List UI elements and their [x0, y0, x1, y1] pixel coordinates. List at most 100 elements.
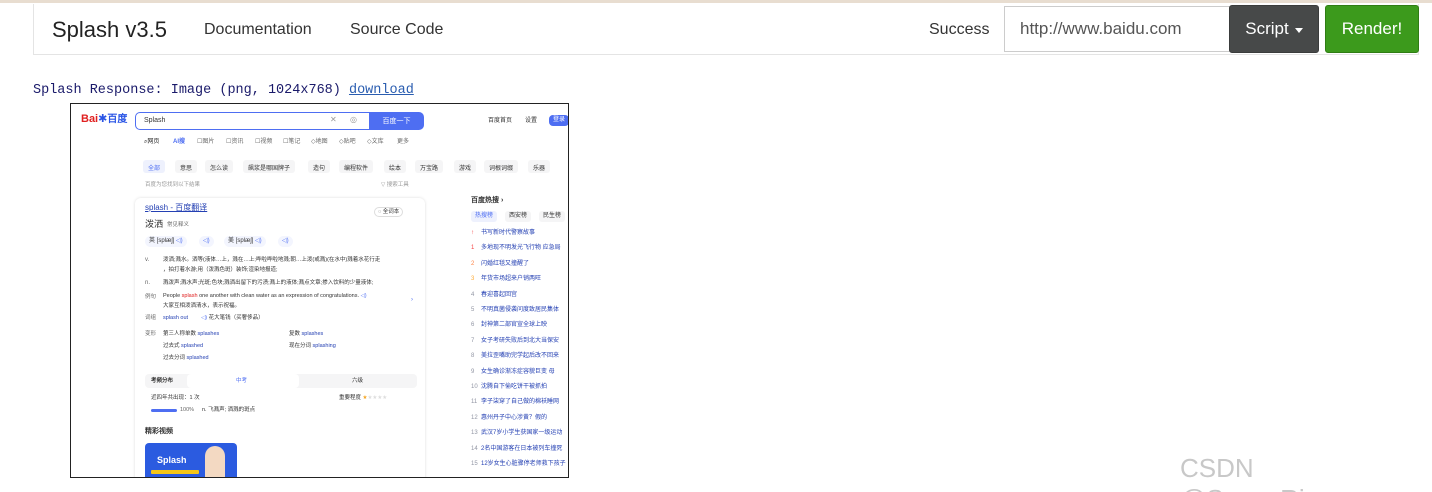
filter-brand[interactable]: 飙浆是哪国牌子 — [243, 160, 296, 173]
hot-item-link[interactable]: 惠州丹子中心涉黄？假的 — [481, 415, 547, 422]
form-third-person: 第三人称单数 splashes — [163, 331, 220, 337]
filter-picturebook[interactable]: 绘本 — [384, 160, 407, 173]
hot-item-link[interactable]: 李子柒穿了自己做的棉袄睡网 — [481, 399, 559, 406]
exam-pct: 100% — [180, 407, 195, 413]
nav-source-code-link[interactable]: Source Code — [350, 21, 443, 39]
tab-notes[interactable]: ☐笔记 — [283, 139, 300, 146]
baidu-settings-link[interactable]: 设置 — [525, 118, 537, 125]
filter-game[interactable]: 游戏 — [454, 160, 477, 173]
watermark: CSDN @SunnyRivers — [1180, 453, 1354, 492]
status-text: Success — [929, 21, 990, 38]
def-n: 溅泼声;溅水声;光斑;色块;溅洒出留下的污渍;溅上的液体;溅点文章;掺入饮料的少… — [163, 280, 374, 286]
hot-item-link[interactable]: 闪婚红毯又撞醒了 — [481, 261, 529, 268]
hot-item-link[interactable]: 12岁女生心脏骤停老师救下孩子 — [481, 461, 566, 468]
exam-tab-zhongkao[interactable]: 中考 — [236, 378, 247, 384]
script-dropdown-button[interactable]: Script — [1229, 5, 1319, 53]
tab-images[interactable]: ☐图片 — [197, 139, 214, 146]
url-input[interactable] — [1004, 6, 1230, 52]
exam-def: n. 飞溅声; 洒溅的斑点 — [202, 407, 256, 413]
filter-instrument[interactable]: 乐器 — [528, 160, 551, 173]
result-count: 百度为您找到以下结果 — [145, 182, 201, 188]
nav-documentation-link[interactable]: Documentation — [204, 21, 312, 39]
hot-item-link[interactable]: 不明真菌侵袭问度致居民集体 — [481, 307, 559, 314]
render-button[interactable]: Render! — [1325, 5, 1419, 53]
hot-item-link[interactable]: 2名中国游客在日本被列车撞死 — [481, 446, 562, 453]
clear-icon[interactable]: ✕ — [330, 115, 337, 125]
hot-item-link[interactable]: 女生确诊渐冻症容貌巨变 母 — [481, 369, 555, 376]
top-border — [0, 0, 1432, 3]
video-person — [205, 446, 225, 477]
hot-item-rank: 10 — [471, 384, 478, 390]
baidu-search-button[interactable]: 百度一下 — [369, 112, 424, 130]
importance: 重要程度 ★★★★★ — [339, 395, 388, 401]
hot-item-rank: 12 — [471, 414, 478, 421]
form-past: 过去式 splashed — [163, 343, 204, 349]
filter-roots[interactable]: 词根词缀 — [484, 160, 519, 173]
hot-item-link[interactable]: 沈腾自下偷吃饼干被抓拍 — [481, 384, 547, 391]
filter-all[interactable]: 全部 — [143, 160, 166, 173]
phonetic-us[interactable]: 美 [splæʃ] ◁) — [224, 236, 266, 247]
speaker-icon[interactable]: ◁) — [199, 236, 214, 247]
filter-meaning[interactable]: 意思 — [175, 160, 198, 173]
hot-title[interactable]: 百度热搜 › — [471, 197, 503, 205]
baidu-login-button[interactable]: 登录 — [549, 115, 568, 126]
tab-video[interactable]: ☐视频 — [255, 139, 272, 146]
hot-item-link[interactable]: 封神第二部官宣全球上映 — [481, 322, 547, 329]
camera-icon[interactable]: ◎ — [350, 115, 357, 125]
def-v-cont: ，拍打着水游;用（泼溅色斑）装饰;渲染地报道; — [163, 267, 278, 273]
tab-wenku[interactable]: ◇文库 — [367, 139, 384, 146]
paw-icon: ✱ — [98, 113, 108, 125]
hot-item-link[interactable]: 春迎喜起回宫 — [481, 292, 517, 299]
hot-item-link[interactable]: 多地现不明发光飞行物 应急局 — [481, 245, 561, 252]
hot-item-rank: 3 — [471, 276, 475, 283]
hot-tab-xian[interactable]: 西安榜 — [505, 211, 532, 222]
headword: 泼洒 — [145, 219, 164, 229]
hot-tab-livelihood[interactable]: 民生榜 — [539, 211, 566, 222]
exam-tab-freq[interactable]: 考频分布 — [151, 378, 173, 384]
tab-tieba[interactable]: ◇贴吧 — [339, 139, 356, 146]
baidu-home-link[interactable]: 百度首页 — [488, 118, 512, 125]
hot-item-link[interactable]: 女子考研失败后到北大当保安 — [481, 338, 559, 345]
hot-item-link[interactable]: 年货市场超来户销两旺 — [481, 276, 541, 283]
video-heading: 精彩视频 — [145, 428, 173, 435]
speaker-icon-us[interactable]: ◁) — [278, 236, 293, 247]
tab-web[interactable]: ⌕网页 — [144, 139, 159, 146]
tab-map[interactable]: ◇地图 — [311, 139, 328, 146]
form-past-participle: 过去分词 splashed — [163, 355, 209, 361]
exam-progress-bar — [151, 409, 177, 412]
phrase-link[interactable]: splash out — [163, 315, 188, 321]
result-title-link[interactable]: splash - 百度翻译 — [145, 203, 207, 213]
hot-item-link[interactable]: 书写新时代警察故事 — [481, 230, 535, 237]
phrase-zh: ◁) 花大笔钱（买奢侈品） — [201, 315, 264, 321]
brand-title[interactable]: Splash v3.5 — [52, 17, 167, 43]
baidu-query: Splash — [144, 117, 166, 124]
filter-pronounce[interactable]: 怎么读 — [205, 160, 234, 173]
search-tools[interactable]: ▽ 搜索工具 — [381, 182, 409, 188]
hot-item-link[interactable]: 武汉7岁小学生获国家一级运动 — [481, 430, 562, 437]
exam-tab-cet6[interactable]: 六级 — [352, 378, 363, 384]
hot-item-rank: 2 — [471, 260, 475, 267]
caret-down-icon — [1294, 27, 1303, 33]
hot-item-link[interactable]: 美拉歪嘴助完学起后改不回来 — [481, 353, 559, 360]
video-caption-bar — [151, 470, 199, 474]
chevron-right-icon[interactable]: › — [411, 297, 413, 304]
full-entry-button[interactable]: ◌ 全词本 — [374, 207, 404, 218]
download-link[interactable]: download — [349, 83, 414, 98]
tab-more[interactable]: 更多 — [397, 139, 409, 146]
exam-count: 近四年共出现：1 次 — [151, 395, 200, 401]
response-line: Splash Response: Image (png, 1024x768) d… — [33, 83, 414, 98]
example-label: 例句 — [145, 294, 157, 300]
example-zh: 大家互相泼洒清水，表示祝福。 — [163, 303, 241, 309]
def-v: 泼洒;溅水。洒等(液体…上，溅在…上;哗啦哗啦地溅;朝…上泼(或溅)(在水中)溅… — [163, 257, 381, 263]
filter-marlboro[interactable]: 万宝路 — [415, 160, 444, 173]
phonetic-uk[interactable]: 英 [splæʃ] ◁) — [145, 236, 187, 247]
hot-item-rank: 15 — [471, 461, 478, 467]
tab-ai[interactable]: AI搜 — [173, 139, 185, 146]
hot-item-rank: 9 — [471, 368, 475, 375]
filter-software[interactable]: 编程软件 — [339, 160, 374, 173]
filter-sentence[interactable]: 造句 — [308, 160, 331, 173]
hot-tab-main[interactable]: 热搜榜 — [471, 211, 498, 222]
tab-news[interactable]: ☐资讯 — [226, 139, 243, 146]
form-plural: 复数 splashes — [289, 331, 324, 337]
response-meta: (png, 1024x768) — [211, 83, 349, 98]
